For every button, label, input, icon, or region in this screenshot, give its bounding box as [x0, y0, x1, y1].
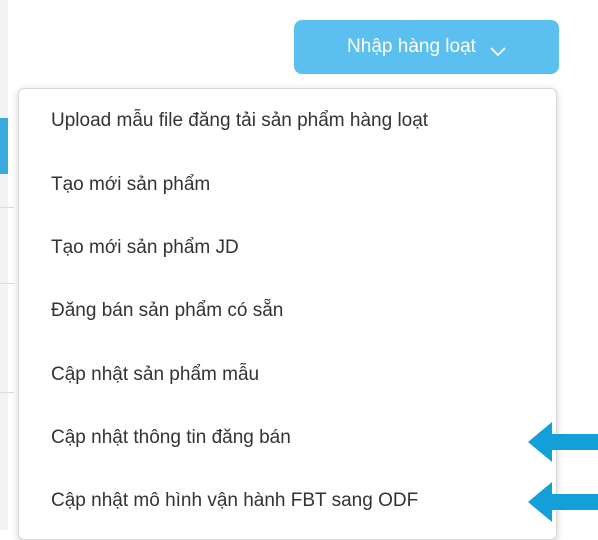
- menu-item-create-product[interactable]: Tạo mới sản phẩm: [51, 173, 210, 197]
- bulk-import-dropdown-menu: Upload mẫu file đăng tải sản phẩm hàng l…: [18, 88, 557, 540]
- menu-item-update-sample-product[interactable]: Cập nhật sản phẩm mẫu: [51, 363, 259, 387]
- background-page-edge: [0, 0, 8, 530]
- menu-item-upload-template[interactable]: Upload mẫu file đăng tải sản phẩm hàng l…: [51, 109, 428, 133]
- left-arrow-icon: [528, 480, 598, 524]
- left-arrow-icon: [528, 420, 598, 464]
- menu-item-list-existing-product[interactable]: Đăng bán sản phẩm có sẵn: [51, 299, 283, 323]
- bulk-import-button-label: Nhập hàng loạt: [347, 36, 476, 57]
- menu-item-update-listing-info[interactable]: Cập nhật thông tin đăng bán: [51, 426, 291, 450]
- menu-item-create-product-jd[interactable]: Tạo mới sản phẩm JD: [51, 236, 239, 260]
- background-divider: [0, 392, 14, 393]
- menu-item-update-fbt-to-odf[interactable]: Cập nhật mô hình vận hành FBT sang ODF: [51, 489, 418, 513]
- background-divider: [0, 207, 14, 208]
- bulk-import-button[interactable]: Nhập hàng loạt: [294, 20, 559, 74]
- background-tab-accent: [0, 118, 8, 174]
- background-divider: [0, 283, 14, 284]
- chevron-down-icon: [490, 41, 506, 57]
